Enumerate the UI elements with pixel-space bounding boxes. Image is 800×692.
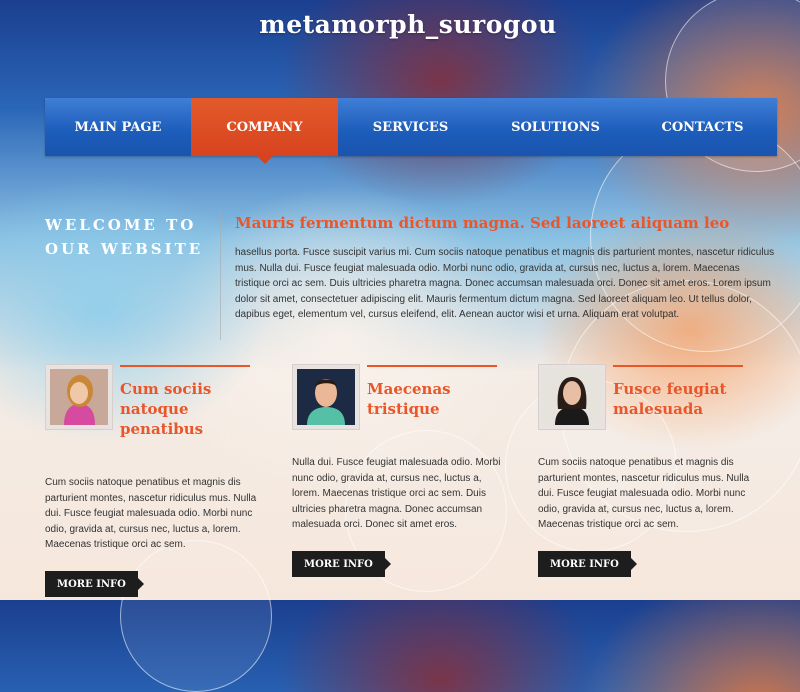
column-heading: Fusce feugiat malesuada: [613, 380, 727, 418]
welcome-line-2: OUR WEBSITE: [45, 240, 204, 258]
nav-item-contacts[interactable]: CONTACTS: [628, 98, 777, 156]
nav-item-company[interactable]: COMPANY: [191, 98, 338, 164]
column-body: Nulla dui. Fusce feugiat malesuada odio.…: [292, 457, 501, 530]
avatar-photo: [45, 364, 113, 430]
welcome-heading: WELCOME TO OUR WEBSITE: [45, 213, 205, 261]
more-info-button[interactable]: MORE INFO: [538, 551, 637, 577]
woman-portrait-icon: [543, 369, 601, 425]
nav-item-main-page[interactable]: MAIN PAGE: [45, 98, 191, 156]
avatar-photo: [292, 364, 360, 430]
avatar-photo: [538, 364, 606, 430]
main-nav: MAIN PAGE COMPANY SERVICES SOLUTIONS CON…: [45, 98, 777, 164]
column-body: Cum sociis natoque penatibus et magnis d…: [538, 457, 750, 530]
woman-portrait-icon: [50, 369, 108, 425]
more-info-button[interactable]: MORE INFO: [292, 551, 391, 577]
nav-item-services[interactable]: SERVICES: [338, 98, 483, 156]
intro-body: hasellus porta. Fusce suscipit varius mi…: [235, 247, 775, 321]
site-title: metamorph_surogou: [259, 10, 557, 39]
vertical-divider: [220, 212, 221, 340]
column-body: Cum sociis natoque penatibus et magnis d…: [45, 477, 257, 550]
column-rule: [613, 365, 743, 367]
nav-item-solutions[interactable]: SOLUTIONS: [483, 98, 628, 156]
column-heading: Maecenas tristique: [367, 380, 451, 418]
more-info-button[interactable]: MORE INFO: [45, 571, 144, 597]
intro-heading: Mauris fermentum dictum magna. Sed laore…: [235, 214, 730, 232]
welcome-line-1: WELCOME TO: [45, 216, 197, 234]
column-heading: Cum sociis natoque penatibus: [120, 380, 212, 438]
column-rule: [120, 365, 250, 367]
column-rule: [367, 365, 497, 367]
man-portrait-icon: [297, 369, 355, 425]
